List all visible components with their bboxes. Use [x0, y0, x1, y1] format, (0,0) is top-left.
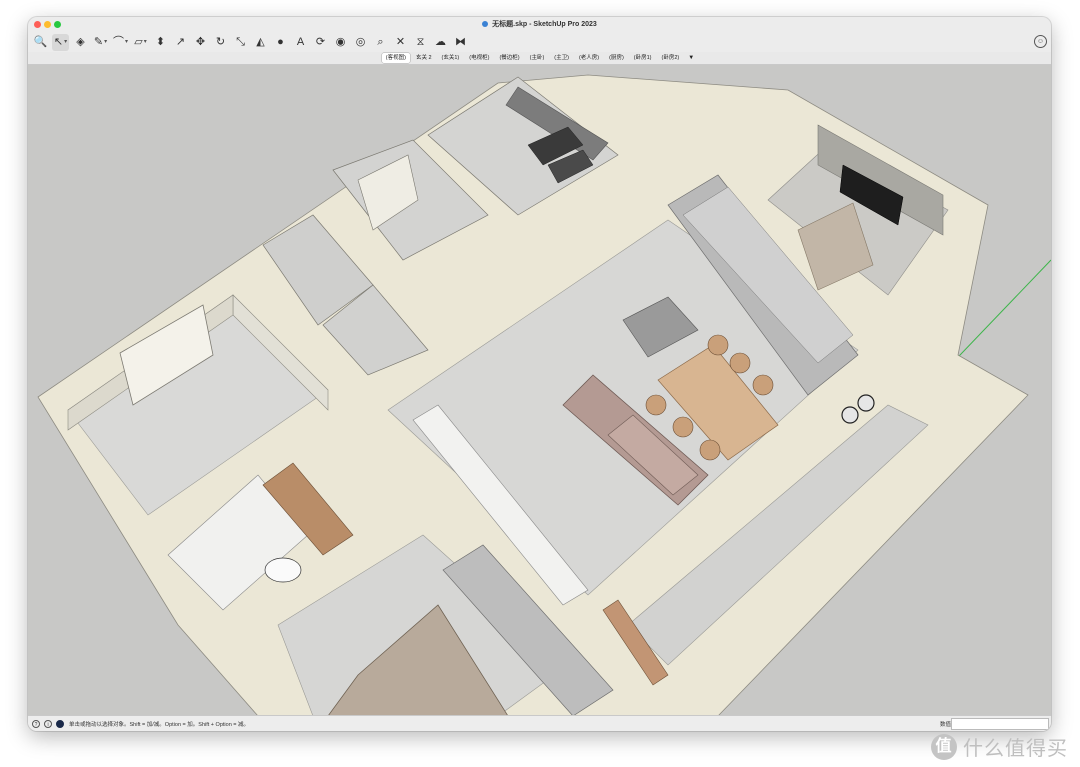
- scene-tabs: (客视图) 玄关 2 (玄关1) (电视柜) (餐边柜) (主卧) (主卫) (老人房) (厨房…: [28, 52, 1051, 65]
- dining-chair: [645, 394, 667, 416]
- scene-tab[interactable]: (厨房): [605, 53, 628, 63]
- rotate-tool-icon[interactable]: ↻: [212, 34, 229, 51]
- info-icon[interactable]: i: [44, 719, 52, 728]
- floor-plan-3d-model[interactable]: [28, 65, 1051, 716]
- look-around-tool-icon[interactable]: ◎: [352, 34, 369, 51]
- pencil-tool-icon[interactable]: ✎: [92, 34, 109, 51]
- main-toolbar: 🔍↖◈✎⌒▱⬍↗✥↻⤡◭●A⟳◉◎⌕✕⧖☁⧓: [28, 32, 1051, 52]
- measurements-input[interactable]: [951, 718, 1049, 730]
- help-icon[interactable]: ?: [32, 719, 40, 728]
- scenes-menu-chevron-icon[interactable]: ▼: [685, 55, 697, 61]
- close-window-button[interactable]: [34, 21, 41, 28]
- tape-measure-tool-icon[interactable]: ◭: [252, 34, 269, 51]
- arc-tool-icon[interactable]: ⌒: [112, 34, 129, 51]
- watermark: 值 什么值得买: [931, 732, 1068, 761]
- dining-chair: [752, 374, 774, 396]
- dining-chair: [707, 334, 729, 356]
- eraser-tool-icon[interactable]: ◈: [72, 34, 89, 51]
- paint-bucket-tool-icon[interactable]: ●: [272, 34, 289, 51]
- scene-tab[interactable]: (餐边柜): [495, 53, 523, 63]
- zoom-extents-tool-icon[interactable]: ✕: [392, 34, 409, 51]
- minimize-window-button[interactable]: [44, 21, 51, 28]
- status-bar: ? i 单击或拖动以选择对象。Shift = 加/减。Option = 加。Sh…: [28, 715, 1051, 731]
- push-pull-tool-icon[interactable]: ⬍: [152, 34, 169, 51]
- document-icon: [482, 20, 489, 27]
- app-window: 无标题.skp - SketchUp Pro 2023 🔍↖◈✎⌒▱⬍↗✥↻⤡◭…: [28, 17, 1051, 731]
- orbit-tool-icon[interactable]: ⟳: [312, 34, 329, 51]
- scene-tab[interactable]: (老人房): [575, 53, 603, 63]
- geo-location-icon[interactable]: [56, 719, 64, 728]
- scene-tab[interactable]: (玄关1): [438, 53, 464, 63]
- washing-machine: [857, 394, 875, 412]
- rectangle-tool-icon[interactable]: ▱: [132, 34, 149, 51]
- status-hint: 单击或拖动以选择对象。Shift = 加/减。Option = 加。Shift …: [69, 721, 250, 728]
- dining-chair: [729, 352, 751, 374]
- account-icon[interactable]: ☺: [1034, 35, 1047, 48]
- text-tool-icon[interactable]: A: [292, 34, 309, 51]
- scene-tab[interactable]: (客视图): [381, 53, 410, 63]
- dining-chair: [699, 439, 721, 461]
- walk-tool-icon[interactable]: ◉: [332, 34, 349, 51]
- scene-tab[interactable]: (电视柜): [465, 53, 493, 63]
- section-plane-tool-icon[interactable]: ⧖: [412, 34, 429, 51]
- move-tool-icon[interactable]: ✥: [192, 34, 209, 51]
- window-title: 无标题.skp - SketchUp Pro 2023: [492, 21, 597, 28]
- select-tool-icon[interactable]: ↖: [52, 33, 69, 51]
- scene-tab[interactable]: (卧房1): [630, 53, 656, 63]
- measurements-label: 数值: [939, 721, 951, 728]
- zoom-tool-icon[interactable]: ⌕: [372, 34, 389, 51]
- warehouse-tool-icon[interactable]: ☁: [432, 34, 449, 51]
- watermark-text: 什么值得买: [963, 738, 1068, 760]
- dining-chair: [672, 416, 694, 438]
- scene-tab[interactable]: (卧房2): [658, 53, 684, 63]
- scene-tab[interactable]: 玄关 2: [412, 53, 436, 63]
- scene-tab[interactable]: (主卫): [550, 53, 573, 63]
- search-tool-icon[interactable]: 🔍: [32, 34, 49, 51]
- extension-tool-icon[interactable]: ⧓: [452, 34, 469, 51]
- watermark-badge-icon: 值: [931, 733, 957, 760]
- maximize-window-button[interactable]: [54, 21, 61, 28]
- washing-machine: [841, 406, 859, 424]
- follow-me-tool-icon[interactable]: ↗: [172, 34, 189, 51]
- model-viewport[interactable]: [28, 65, 1051, 716]
- scene-tab[interactable]: (主卧): [526, 53, 549, 63]
- toilet: [264, 557, 302, 583]
- scale-tool-icon[interactable]: ⤡: [232, 34, 249, 51]
- title-bar: 无标题.skp - SketchUp Pro 2023: [28, 17, 1051, 32]
